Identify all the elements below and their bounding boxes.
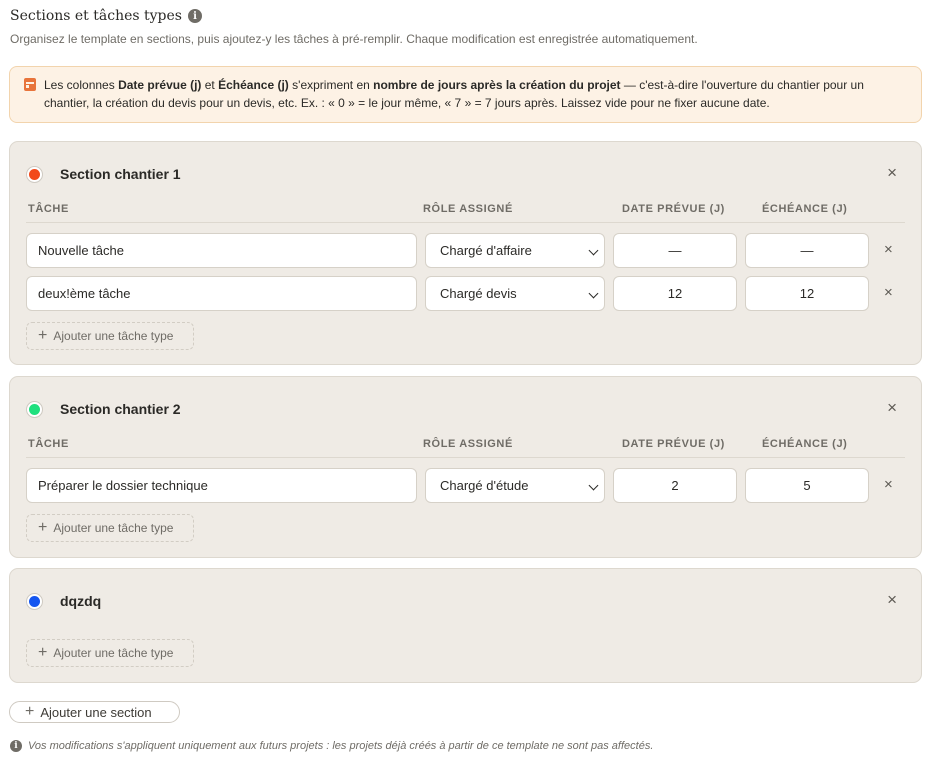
add-task-button[interactable]: + Ajouter une tâche type <box>26 322 194 350</box>
role-select-value: Chargé d'affaire <box>440 243 532 258</box>
role-select[interactable]: Chargé d'étude <box>425 468 605 503</box>
section-color-picker[interactable] <box>26 401 43 418</box>
notice-text: s'expriment en <box>288 78 374 92</box>
divider <box>26 457 905 458</box>
due-input[interactable]: — <box>745 233 869 268</box>
role-select-value: Chargé devis <box>440 286 517 301</box>
close-icon[interactable]: × <box>887 164 897 182</box>
notice-text: et <box>201 78 219 92</box>
planned-date-input[interactable]: 2 <box>613 468 737 503</box>
due-input[interactable]: 5 <box>745 468 869 503</box>
calendar-icon <box>24 78 36 91</box>
notice-text: Les colonnes <box>44 78 119 92</box>
section-title[interactable]: Section chantier 1 <box>60 166 181 182</box>
task-name-input[interactable]: Nouvelle tâche <box>26 233 417 268</box>
divider <box>26 222 905 223</box>
close-icon[interactable]: × <box>887 399 897 417</box>
planned-date-input[interactable]: — <box>613 233 737 268</box>
section-card: Section chantier 1 × TÂCHE RÔLE ASSIGNÉ … <box>9 141 922 365</box>
role-select[interactable]: Chargé d'affaire <box>425 233 605 268</box>
section-card: Section chantier 2 × TÂCHE RÔLE ASSIGNÉ … <box>9 376 922 558</box>
notice-bold-due: Échéance (j) <box>218 78 289 92</box>
plus-icon: + <box>25 703 35 720</box>
notice-bold-date: Date prévue (j) <box>118 78 202 92</box>
page-subtitle: Organisez le template en sections, puis … <box>10 32 698 46</box>
section-card: dqzdq × + Ajouter une tâche type <box>9 568 922 683</box>
notice-bold-days: nombre de jours après la création du pro… <box>373 78 621 92</box>
chevron-down-icon <box>588 480 599 491</box>
chevron-down-icon <box>588 288 599 299</box>
role-select[interactable]: Chargé devis <box>425 276 605 311</box>
add-section-button[interactable]: + Ajouter une section <box>9 701 180 723</box>
task-name-input[interactable]: Préparer le dossier technique <box>26 468 417 503</box>
footnote: i Vos modifications s'appliquent uniquem… <box>10 740 653 752</box>
add-task-label: Ajouter une tâche type <box>53 521 174 535</box>
close-icon[interactable]: × <box>887 591 897 609</box>
column-header-due: ÉCHÉANCE (J) <box>762 438 848 450</box>
section-color-swatch <box>29 404 40 415</box>
section-title[interactable]: dqzdq <box>60 593 101 609</box>
add-task-button[interactable]: + Ajouter une tâche type <box>26 639 194 667</box>
add-task-button[interactable]: + Ajouter une tâche type <box>26 514 194 542</box>
plus-icon: + <box>38 327 48 344</box>
column-header-date: DATE PRÉVUE (J) <box>622 203 725 215</box>
column-header-task: TÂCHE <box>28 438 69 450</box>
plus-icon: + <box>38 644 48 661</box>
close-icon[interactable]: × <box>884 241 893 258</box>
column-header-role: RÔLE ASSIGNÉ <box>423 438 513 450</box>
add-task-label: Ajouter une tâche type <box>53 329 174 343</box>
due-input[interactable]: 12 <box>745 276 869 311</box>
footnote-text: Vos modifications s'appliquent uniquemen… <box>28 740 654 752</box>
section-color-swatch <box>29 596 40 607</box>
column-header-task: TÂCHE <box>28 203 69 215</box>
task-row: Nouvelle tâche Chargé d'affaire — — × <box>26 233 906 268</box>
role-select-value: Chargé d'étude <box>440 478 529 493</box>
task-name-input[interactable]: deux!ème tâche <box>26 276 417 311</box>
close-icon[interactable]: × <box>884 284 893 301</box>
section-color-picker[interactable] <box>26 593 43 610</box>
section-color-swatch <box>29 169 40 180</box>
add-task-label: Ajouter une tâche type <box>53 646 174 660</box>
info-icon[interactable]: i <box>187 9 202 23</box>
column-header-date: DATE PRÉVUE (J) <box>622 438 725 450</box>
page-title-text: Sections et tâches types <box>10 8 182 24</box>
section-title[interactable]: Section chantier 2 <box>60 401 181 417</box>
task-row: Préparer le dossier technique Chargé d'é… <box>26 468 906 503</box>
plus-icon: + <box>38 519 48 536</box>
page-title: Sections et tâches types i <box>10 8 202 24</box>
column-header-role: RÔLE ASSIGNÉ <box>423 203 513 215</box>
date-info-notice: Les colonnes Date prévue (j) et Échéance… <box>9 66 922 123</box>
task-row: deux!ème tâche Chargé devis 12 12 × <box>26 276 906 311</box>
planned-date-input[interactable]: 12 <box>613 276 737 311</box>
section-color-picker[interactable] <box>26 166 43 183</box>
add-section-label: Ajouter une section <box>40 704 152 720</box>
column-header-due: ÉCHÉANCE (J) <box>762 203 848 215</box>
info-icon: i <box>10 740 22 752</box>
close-icon[interactable]: × <box>884 476 893 493</box>
chevron-down-icon <box>588 245 599 256</box>
